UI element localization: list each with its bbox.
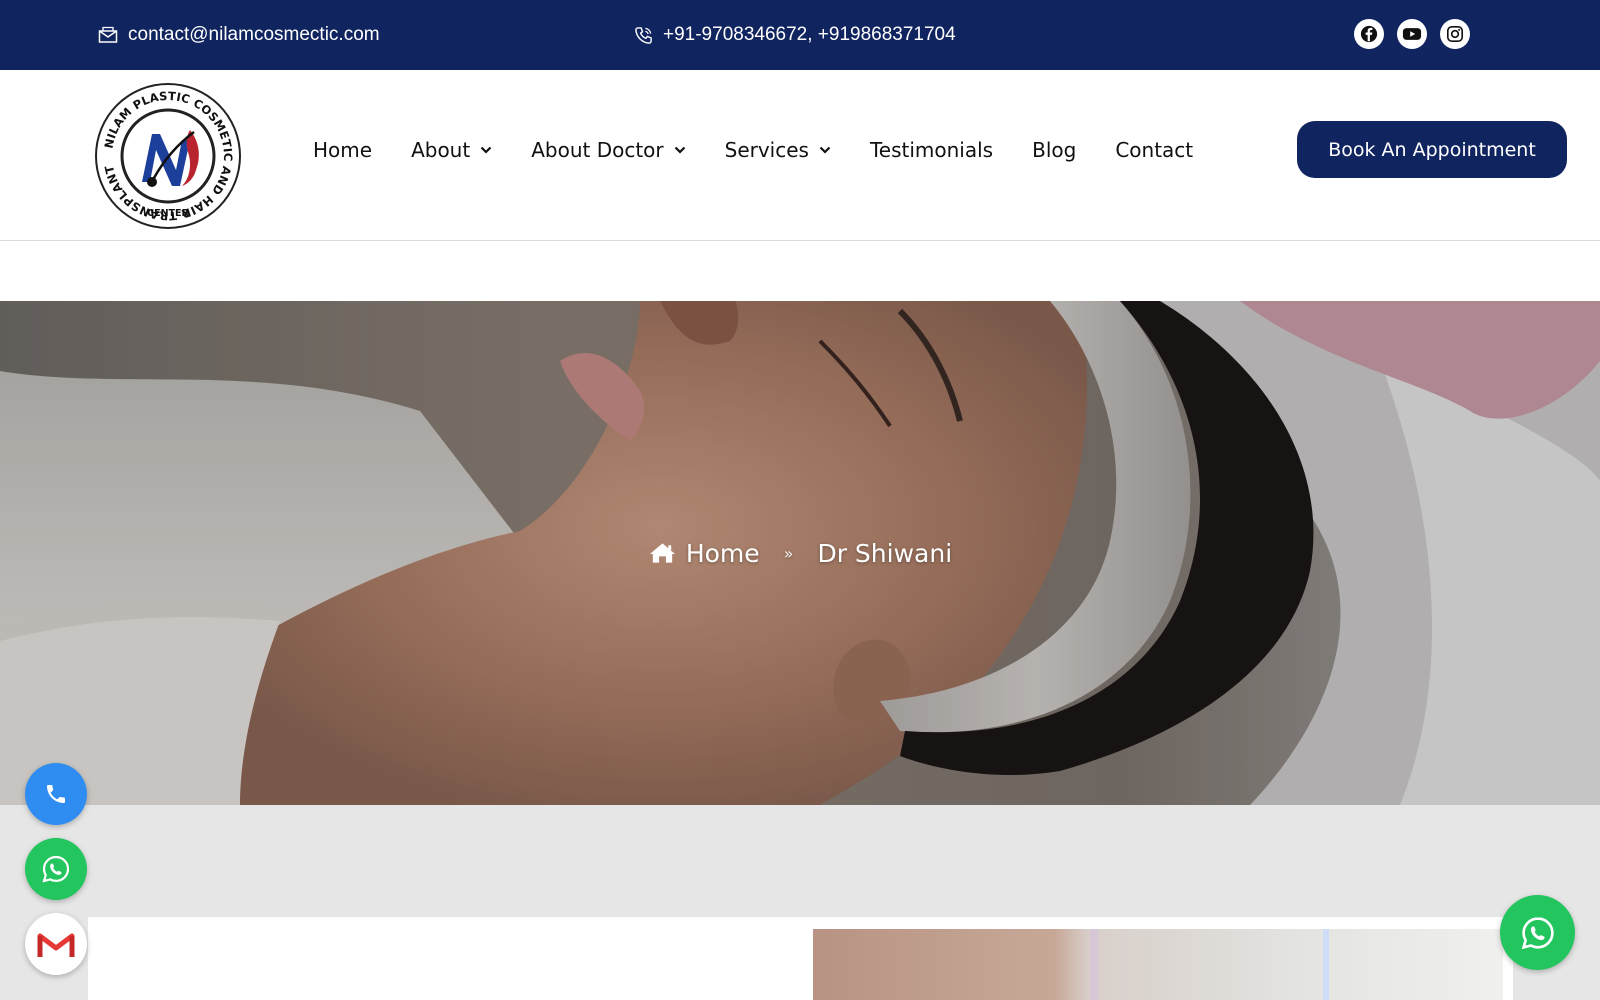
chevron-down-icon [480, 146, 492, 154]
breadcrumb-separator: » [783, 543, 794, 563]
social-links [1354, 19, 1470, 49]
chevron-down-icon [819, 146, 831, 154]
instagram-icon[interactable] [1440, 19, 1470, 49]
site-header: NILAM PLASTIC COSMETIC AND HAIR TRANSPLA… [0, 70, 1600, 241]
site-logo[interactable]: NILAM PLASTIC COSMETIC AND HAIR TRANSPLA… [94, 82, 242, 230]
content-section [0, 805, 1600, 1000]
gmail-float-button[interactable] [25, 913, 87, 975]
nav-services[interactable]: Services [725, 138, 831, 162]
envelope-icon [98, 26, 118, 43]
call-float-button[interactable] [25, 763, 87, 825]
home-icon [649, 543, 675, 563]
facebook-icon[interactable] [1354, 19, 1384, 49]
nav-testimonials[interactable]: Testimonials [870, 138, 993, 162]
breadcrumb-home-label: Home [685, 538, 760, 568]
top-bar: contact@nilamcosmectic.com +91-970834667… [0, 0, 1600, 70]
main-nav: Home About About Doctor Services Testimo… [313, 70, 1232, 230]
phone-icon [635, 26, 652, 44]
whatsapp-icon [1521, 916, 1554, 949]
top-phone-text: +91-9708346672, +919868371704 [663, 24, 956, 45]
whatsapp-icon [42, 855, 70, 883]
doctor-image [813, 929, 1503, 1000]
nav-about-doctor[interactable]: About Doctor [531, 138, 685, 162]
book-appointment-button[interactable]: Book An Appointment [1297, 121, 1567, 178]
top-email-text: contact@nilamcosmectic.com [128, 24, 380, 45]
top-email[interactable]: contact@nilamcosmectic.com [98, 0, 380, 70]
hero-banner: Home » Dr Shiwani [0, 301, 1600, 805]
breadcrumb: Home » Dr Shiwani [0, 301, 1600, 805]
content-card [88, 917, 1513, 1000]
nav-contact[interactable]: Contact [1115, 138, 1193, 162]
phone-icon [47, 785, 65, 803]
whatsapp-float-button[interactable] [25, 838, 87, 900]
gmail-icon [37, 933, 75, 957]
top-phone[interactable]: +91-9708346672, +919868371704 [634, 0, 956, 70]
logo-center-text: CENTER [147, 208, 189, 219]
nav-about[interactable]: About [411, 138, 492, 162]
youtube-icon[interactable] [1397, 19, 1427, 49]
chevron-down-icon [674, 146, 686, 154]
breadcrumb-current: Dr Shiwani [817, 538, 953, 568]
nav-home[interactable]: Home [313, 138, 372, 162]
nav-blog[interactable]: Blog [1032, 138, 1076, 162]
whatsapp-chat-button[interactable] [1500, 895, 1575, 970]
breadcrumb-home[interactable]: Home [648, 539, 760, 568]
